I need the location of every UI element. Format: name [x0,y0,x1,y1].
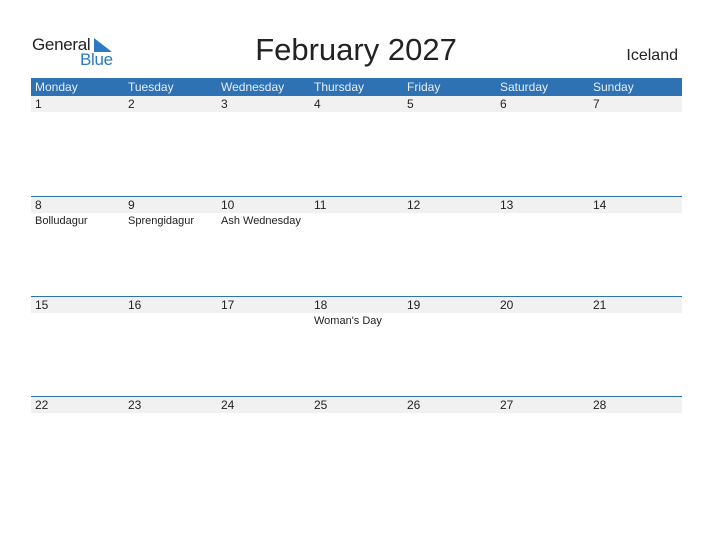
day-number: 15 [35,298,49,312]
day-number: 28 [593,398,607,412]
holiday-label: Ash Wednesday [221,215,301,227]
day-number: 26 [407,398,421,412]
holiday-label: Woman's Day [314,315,382,327]
holiday-label [403,313,496,328]
holiday-label [124,313,217,328]
holiday-label [217,413,310,414]
week-row: 8 9 10 11 12 13 14 Bolludagur Sprengidagur Ash We… [31,196,682,296]
holiday-label: Bolludagur [35,215,88,227]
day-number: 20 [500,298,514,312]
holiday-label [403,112,496,113]
holiday-label [124,112,217,113]
day-number-row: 1 2 3 4 5 6 7 [31,96,682,112]
holiday-label [496,413,589,414]
day-number: 19 [407,298,421,312]
day-number: 12 [407,198,421,212]
day-number-row: 15 16 17 18 19 20 21 [31,297,682,313]
day-number: 25 [314,398,328,412]
holiday-label [217,112,310,113]
day-number-row: 8 9 10 11 12 13 14 [31,197,682,213]
day-number: 27 [500,398,514,412]
day-number: 4 [314,97,321,111]
weekday-header-row: Monday Tuesday Wednesday Thursday Friday… [31,78,682,96]
day-number: 3 [221,97,228,111]
day-number: 18 [314,298,328,312]
calendar-grid: Monday Tuesday Wednesday Thursday Friday… [31,78,682,496]
day-number: 7 [593,97,600,111]
weeks-container: 1 2 3 4 5 6 7 8 9 10 11 12 13 14 Bolludagur Sprengidagu… [31,96,682,496]
day-number: 5 [407,97,414,111]
holiday-label [31,112,124,113]
day-number: 10 [221,198,235,212]
day-number: 21 [593,298,607,312]
weekday-header: Tuesday [128,80,174,94]
day-number: 2 [128,97,135,111]
country-label: Iceland [626,47,678,64]
holiday-label [589,112,682,113]
holiday-label [403,213,496,228]
holiday-label [496,213,589,228]
holiday-label [310,413,403,414]
week-row: 22 23 24 25 26 27 28 [31,396,682,496]
day-number: 8 [35,198,42,212]
week-row: 1 2 3 4 5 6 7 [31,96,682,196]
week-row: 15 16 17 18 19 20 21 Woman's Day [31,296,682,396]
weekday-header: Saturday [500,80,549,94]
weekday-header: Friday [407,80,441,94]
day-number: 23 [128,398,142,412]
holiday-label [496,112,589,113]
weekday-header: Wednesday [221,80,285,94]
day-number: 14 [593,198,607,212]
holiday-label [496,313,589,328]
holiday-label [589,213,682,228]
day-number: 9 [128,198,135,212]
day-number: 1 [35,97,42,111]
holiday-label [589,313,682,328]
holiday-label [589,413,682,414]
holiday-label: Sprengidagur [128,215,195,227]
day-number: 6 [500,97,507,111]
holiday-label [310,213,403,228]
day-number: 22 [35,398,49,412]
holiday-label [310,112,403,113]
day-number: 11 [314,198,327,212]
holiday-label [31,413,124,414]
weekday-header: Thursday [314,80,365,94]
day-number-row: 22 23 24 25 26 27 28 [31,397,682,413]
event-row [31,413,682,414]
event-row: Woman's Day [31,313,682,328]
event-row [31,112,682,113]
day-number: 24 [221,398,235,412]
weekday-header: Sunday [593,80,634,94]
page-title: February 2027 [255,32,457,67]
weekday-header: Monday [35,80,78,94]
holiday-label [403,413,496,414]
holiday-label [31,313,124,328]
day-number: 17 [221,298,235,312]
day-number: 16 [128,298,142,312]
holiday-label [217,313,310,328]
event-row: Bolludagur Sprengidagur Ash Wednesday [31,213,682,228]
day-number: 13 [500,198,514,212]
holiday-label [124,413,217,414]
